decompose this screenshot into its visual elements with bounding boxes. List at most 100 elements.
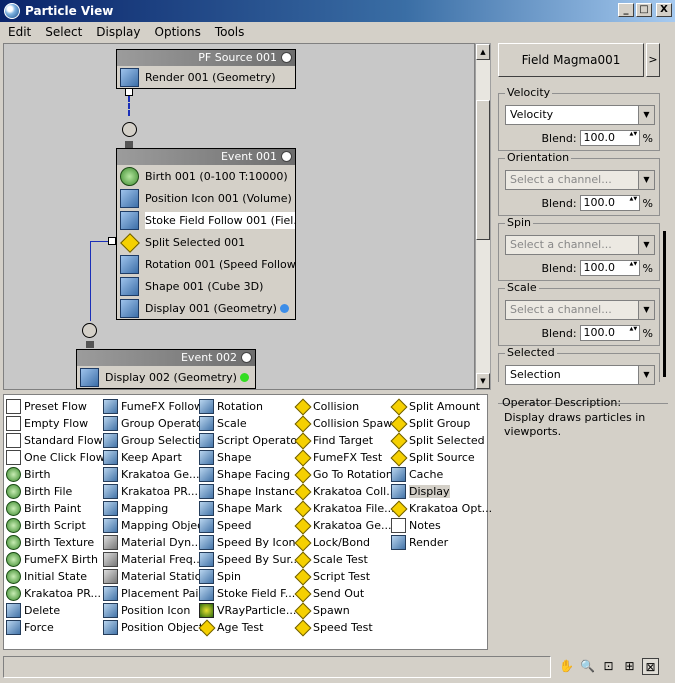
depot-item[interactable]: Collision [295, 398, 401, 415]
depot-item[interactable]: Shape Instance [199, 483, 304, 500]
chevron-down-icon[interactable]: ▼ [638, 366, 654, 384]
chevron-down-icon[interactable]: ▼ [638, 301, 654, 319]
graph-vertical-scrollbar[interactable]: ▲ ▼ [475, 43, 491, 390]
depot-item[interactable]: Preset Flow [6, 398, 107, 415]
menu-display[interactable]: Display [88, 25, 146, 39]
depot-item[interactable]: FumeFX Birth [6, 551, 107, 568]
operator-row-display[interactable]: Display 001 (Geometry) [117, 297, 295, 319]
scroll-up-icon[interactable]: ▲ [476, 44, 490, 60]
output-port[interactable] [125, 88, 133, 96]
depot-item[interactable]: Standard Flow [6, 432, 107, 449]
depot-item[interactable]: Speed By Icon [199, 534, 304, 551]
input-port[interactable] [86, 341, 94, 348]
pf-source-node[interactable]: PF Source 001 Render 001 (Geometry) [116, 49, 296, 89]
operator-row-position-icon[interactable]: Position Icon 001 (Volume) [117, 187, 295, 209]
depot-item[interactable]: Material Static [103, 568, 212, 585]
operator-row-rotation[interactable]: Rotation 001 (Speed Follow) [117, 253, 295, 275]
depot-item[interactable]: Script Operator [199, 432, 304, 449]
menu-select[interactable]: Select [37, 25, 88, 39]
depot-item[interactable]: Keep Apart [103, 449, 212, 466]
depot-item[interactable]: Mapping Object [103, 517, 212, 534]
operator-row-split-selected[interactable]: Split Selected 001 [117, 231, 295, 253]
lightbulb-icon[interactable] [281, 151, 292, 162]
depot-item[interactable]: Collision Spawn [295, 415, 401, 432]
depot-item[interactable]: Shape [199, 449, 304, 466]
test-output-port[interactable] [108, 237, 116, 245]
selected-channel-dropdown[interactable]: Selection ▼ [505, 365, 655, 385]
depot-item[interactable]: Rotation [199, 398, 304, 415]
depot-item[interactable]: Spin [199, 568, 304, 585]
chevron-down-icon[interactable]: ▼ [638, 236, 654, 254]
menu-edit[interactable]: Edit [0, 25, 37, 39]
scroll-thumb[interactable] [663, 231, 666, 377]
depot-item[interactable]: Group Operator [103, 415, 212, 432]
event-001-node[interactable]: Event 001 Birth 001 (0-100 T:10000) Posi… [116, 148, 296, 320]
depot-item[interactable]: Go To Rotation [295, 466, 401, 483]
blend-spinner[interactable]: 100.0 [579, 130, 640, 146]
parameters-scrollbar[interactable] [663, 43, 671, 382]
operator-row-stoke-field-follow[interactable]: Stoke Field Follow 001 (Fiel... [117, 209, 295, 231]
depot-item[interactable]: Birth [6, 466, 107, 483]
depot-item[interactable]: Krakatoa Coll... [295, 483, 401, 500]
field-menu-arrow[interactable]: > [646, 43, 660, 77]
event-002-node[interactable]: Event 002 Display 002 (Geometry) [76, 349, 256, 389]
display-color-swatch[interactable] [280, 304, 289, 313]
orientation-channel-dropdown[interactable]: Select a channel... ▼ [505, 170, 655, 190]
depot-item[interactable]: Speed Test [295, 619, 401, 636]
depot-item[interactable]: Find Target [295, 432, 401, 449]
depot-item[interactable]: Scale [199, 415, 304, 432]
depot-item[interactable]: Birth File [6, 483, 107, 500]
blend-spinner[interactable]: 100.0 [579, 260, 640, 276]
depot-item[interactable]: FumeFX Test [295, 449, 401, 466]
depot-item[interactable]: Material Freq... [103, 551, 212, 568]
depot-item[interactable]: Shape Facing [199, 466, 304, 483]
depot-item[interactable]: Age Test [199, 619, 304, 636]
event-002-header[interactable]: Event 002 [77, 350, 255, 366]
zoom-icon[interactable]: 🔍 [579, 658, 596, 675]
particle-graph-canvas[interactable]: PF Source 001 Render 001 (Geometry) Even… [3, 43, 475, 390]
depot-item[interactable]: Delete [6, 602, 107, 619]
lightbulb-icon[interactable] [281, 52, 292, 63]
depot-item[interactable]: Speed By Sur... [199, 551, 304, 568]
event-input-connector[interactable] [122, 122, 137, 137]
depot-item[interactable]: Position Object [103, 619, 212, 636]
field-pick-button[interactable]: Field Magma001 [498, 43, 644, 77]
depot-item[interactable]: Krakatoa Ge... [295, 517, 401, 534]
depot-item[interactable]: Empty Flow [6, 415, 107, 432]
menu-options[interactable]: Options [147, 25, 207, 39]
depot-item[interactable]: Split Group [391, 415, 494, 432]
pf-source-header[interactable]: PF Source 001 [117, 50, 295, 66]
event-input-connector[interactable] [82, 323, 97, 338]
menu-tools[interactable]: Tools [207, 25, 251, 39]
depot-item[interactable]: Position Icon [103, 602, 212, 619]
display-color-swatch[interactable] [240, 373, 249, 382]
depot-item[interactable]: VRayParticle... [199, 602, 304, 619]
event-001-header[interactable]: Event 001 [117, 149, 295, 165]
blend-spinner[interactable]: 100.0 [579, 195, 640, 211]
depot-item[interactable]: Force [6, 619, 107, 636]
depot-item[interactable]: FumeFX Follow [103, 398, 212, 415]
depot-item[interactable]: Lock/Bond [295, 534, 401, 551]
depot-item[interactable]: One Click Flow [6, 449, 107, 466]
depot-item[interactable]: Placement Paint [103, 585, 212, 602]
pan-icon[interactable]: ✋ [558, 658, 575, 675]
lightbulb-icon[interactable] [241, 352, 252, 363]
spin-channel-dropdown[interactable]: Select a channel... ▼ [505, 235, 655, 255]
depot-item[interactable]: Cache [391, 466, 494, 483]
depot-item[interactable]: Notes [391, 517, 494, 534]
depot-item[interactable]: Script Test [295, 568, 401, 585]
depot-item[interactable]: Send Out [295, 585, 401, 602]
depot-item[interactable]: Krakatoa Opt... [391, 500, 494, 517]
minimize-button[interactable]: _ [618, 3, 634, 17]
depot-item[interactable]: Split Source [391, 449, 494, 466]
depot-item[interactable]: Mapping [103, 500, 212, 517]
operator-row-shape[interactable]: Shape 001 (Cube 3D) [117, 275, 295, 297]
depot-item[interactable]: Shape Mark [199, 500, 304, 517]
depot-item[interactable]: Scale Test [295, 551, 401, 568]
depot-item[interactable]: Krakatoa File... [295, 500, 401, 517]
depot-item[interactable]: Render [391, 534, 494, 551]
depot-item[interactable]: Krakatoa PR... [103, 483, 212, 500]
scale-channel-dropdown[interactable]: Select a channel... ▼ [505, 300, 655, 320]
chevron-down-icon[interactable]: ▼ [638, 106, 654, 124]
operator-row-display-002[interactable]: Display 002 (Geometry) [77, 366, 255, 388]
